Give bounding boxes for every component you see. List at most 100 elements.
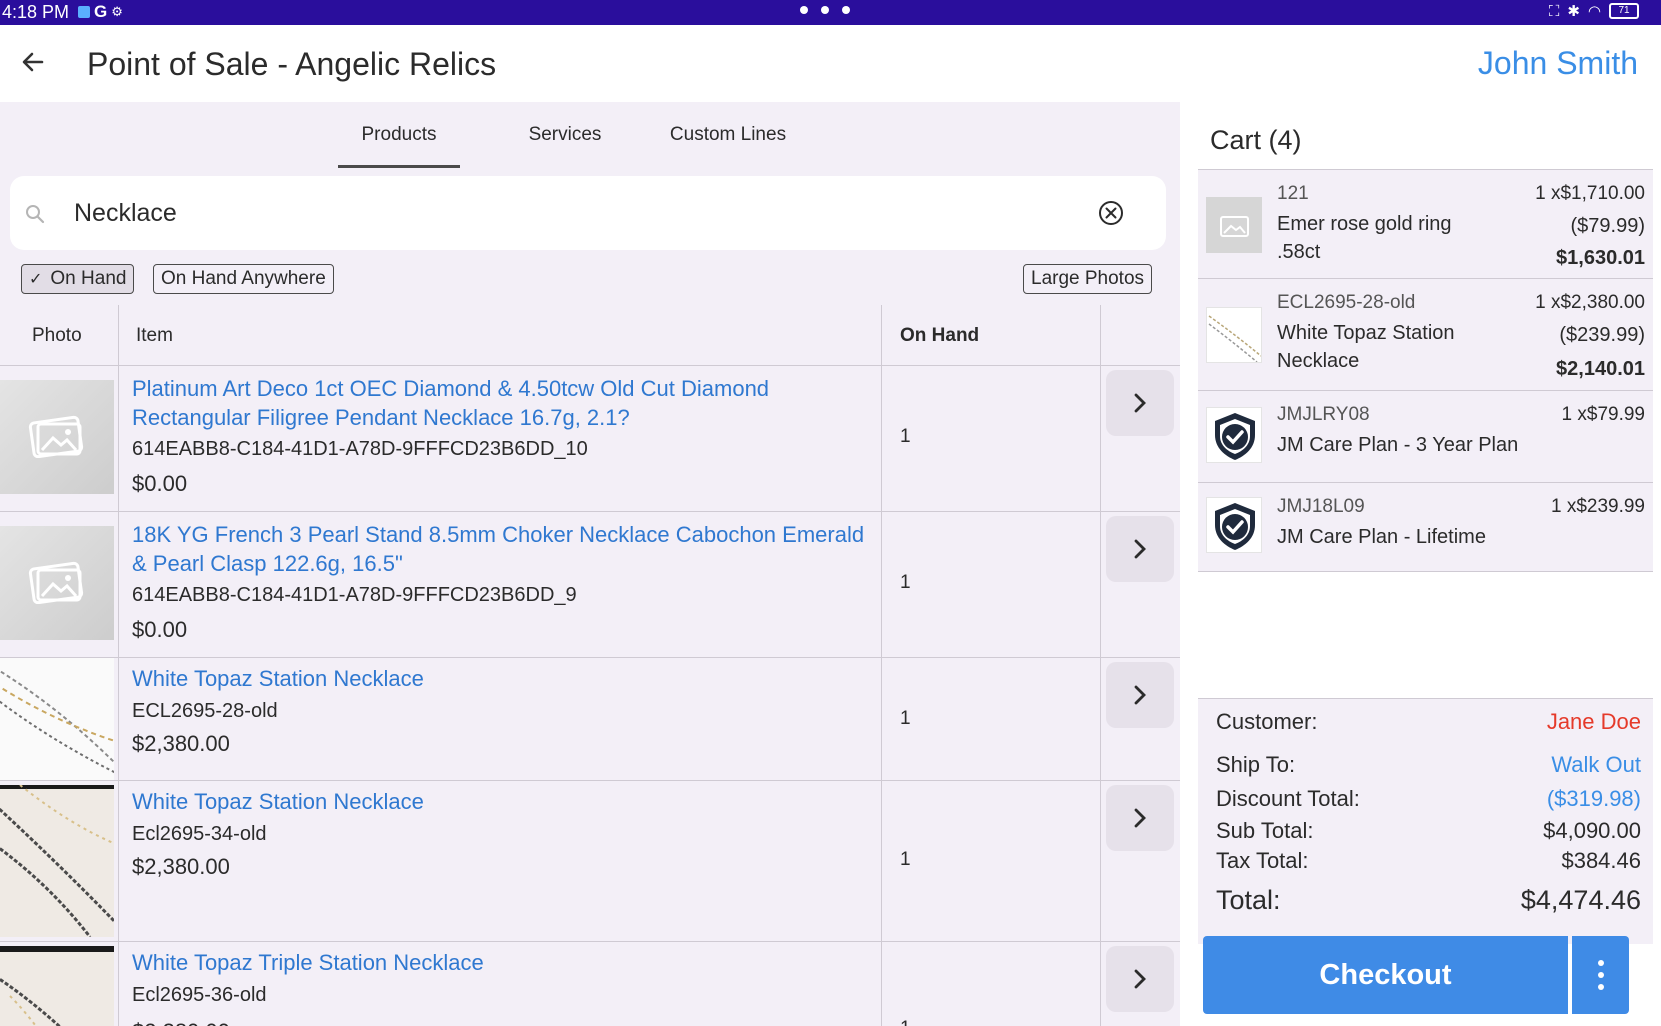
on-hand-qty: 1 [900, 708, 911, 729]
tax-total-value: $384.46 [1561, 848, 1641, 873]
tab-products[interactable]: Products [338, 102, 460, 168]
image-placeholder-icon [1220, 216, 1249, 237]
shield-check-icon [1215, 503, 1255, 550]
clear-search-icon[interactable] [1096, 198, 1126, 228]
product-sku: 614EABB8-C184-41D1-A78D-9FFFCD23B6DD_10 [132, 438, 588, 460]
necklace-photo [0, 946, 114, 1026]
product-name-link[interactable]: 18K YG French 3 Pearl Stand 8.5mm Choker… [132, 520, 872, 578]
table-row[interactable]: 18K YG French 3 Pearl Stand 8.5mm Choker… [0, 512, 1180, 658]
product-sku: ECL2695-28-old [132, 700, 278, 722]
product-photo [0, 946, 114, 1026]
cart-item-thumbnail [1206, 307, 1262, 363]
chevron-right-icon [1134, 808, 1146, 828]
gallery-icon [78, 6, 90, 18]
necklace-photo [0, 669, 114, 774]
back-arrow-icon[interactable] [18, 47, 48, 77]
customer-link[interactable]: Jane Doe [1547, 708, 1641, 736]
notification-dots-icon [800, 6, 850, 14]
cart-summary: Customer: Jane Doe Ship To: Walk Out Dis… [1198, 698, 1653, 944]
large-photos-toggle[interactable]: Large Photos [1023, 264, 1153, 294]
filter-on-hand-chip[interactable]: ✓ On Hand [21, 264, 135, 294]
cart-item[interactable]: JMJLRY08 JM Care Plan - 3 Year Plan 1 x$… [1198, 390, 1653, 482]
ship-to-link[interactable]: Walk Out [1551, 751, 1641, 779]
product-sku: 614EABB8-C184-41D1-A78D-9FFFCD23B6DD_9 [132, 584, 577, 606]
cart-item-code: JMJ18L09 [1277, 496, 1365, 517]
tax-total-label: Tax Total: [1216, 848, 1309, 873]
row-open-button[interactable] [1106, 662, 1174, 728]
status-time: 4:18 PM [2, 2, 70, 22]
product-price: $2,380.00 [132, 854, 230, 879]
chevron-right-icon [1134, 969, 1146, 989]
user-name-link[interactable]: John Smith [1478, 44, 1638, 82]
cart-item-description: JM Care Plan - Lifetime [1277, 526, 1486, 548]
product-price: $2,380.00 [132, 1018, 230, 1026]
cart-title: Cart (4) [1210, 125, 1302, 155]
table-row[interactable]: White Topaz Station Necklace Ecl2695-34-… [0, 781, 1180, 942]
product-photo [0, 785, 114, 937]
cart-item-qty-price: 1 x$2,380.00 [1535, 292, 1645, 313]
cart-item-total: $1,630.01 [1556, 247, 1645, 269]
settings-icon: ⚙ [111, 4, 123, 19]
checkout-button[interactable]: Checkout [1203, 936, 1568, 1014]
tab-services[interactable]: Services [490, 102, 640, 168]
search-bar[interactable]: Necklace [10, 176, 1166, 250]
cart-item-thumbnail [1206, 497, 1262, 553]
necklace-photo [1208, 315, 1261, 362]
cart-item-qty-price: 1 x$1,710.00 [1535, 183, 1645, 204]
row-open-button[interactable] [1106, 785, 1174, 851]
tab-bar: Products Services Custom Lines [0, 102, 1180, 168]
page-title: Point of Sale - Angelic Relics [87, 46, 497, 82]
discount-total-link[interactable]: ($319.98) [1547, 785, 1641, 813]
wifi-icon: ◠ [1587, 3, 1601, 20]
product-name-link[interactable]: White Topaz Station Necklace [132, 664, 872, 693]
discount-total-label: Discount Total: [1216, 786, 1360, 811]
chevron-right-icon [1134, 539, 1146, 559]
on-hand-qty: 1 [900, 1018, 911, 1026]
table-row[interactable]: White Topaz Triple Station Necklace Ecl2… [0, 942, 1180, 1026]
cart-item-discount: ($79.99) [1570, 215, 1646, 237]
cart-item[interactable]: 121 Emer rose gold ring .58ct 1 x$1,710.… [1198, 169, 1653, 278]
product-sku: Ecl2695-36-old [132, 984, 267, 1006]
cart-item[interactable]: ECL2695-28-old White Topaz Station Neckl… [1198, 278, 1653, 390]
column-header-photo: Photo [32, 325, 82, 346]
table-row[interactable]: Platinum Art Deco 1ct OEC Diamond & 4.50… [0, 366, 1180, 512]
cart-panel: Cart (4) 121 Emer rose gold ring .58ct 1… [1190, 109, 1661, 1026]
product-photo [0, 658, 114, 780]
product-name-link[interactable]: Platinum Art Deco 1ct OEC Diamond & 4.50… [132, 374, 872, 432]
tab-custom-lines[interactable]: Custom Lines [654, 102, 802, 168]
filter-on-hand-anywhere-chip[interactable]: On Hand Anywhere [153, 264, 334, 294]
necklace-photo [0, 785, 114, 937]
product-price: $0.00 [132, 617, 188, 642]
grand-total-value: $4,474.46 [1520, 885, 1641, 915]
more-vertical-icon [1598, 960, 1604, 966]
row-open-button[interactable] [1106, 370, 1174, 436]
product-price: $2,380.00 [132, 731, 230, 756]
product-photo [0, 526, 114, 640]
on-hand-qty: 1 [900, 849, 911, 870]
check-icon: ✓ [29, 271, 43, 288]
chevron-right-icon [1134, 393, 1146, 413]
row-open-button[interactable] [1106, 516, 1174, 582]
cart-item-code: ECL2695-28-old [1277, 292, 1416, 313]
product-name-link[interactable]: White Topaz Station Necklace [132, 787, 872, 816]
shield-check-icon [1215, 413, 1255, 460]
cart-item-code: JMJLRY08 [1277, 404, 1370, 425]
product-price: $0.00 [132, 471, 188, 496]
row-open-button[interactable] [1106, 946, 1174, 1012]
search-input[interactable]: Necklace [74, 196, 177, 230]
table-row[interactable]: White Topaz Station Necklace ECL2695-28-… [0, 658, 1180, 781]
cart-item-discount: ($239.99) [1559, 324, 1645, 346]
more-options-button[interactable] [1572, 936, 1629, 1014]
cart-item[interactable]: JMJ18L09 JM Care Plan - Lifetime 1 x$239… [1198, 482, 1653, 572]
image-placeholder-icon [28, 561, 84, 604]
column-header-item: Item [136, 325, 173, 346]
cart-item-qty-price: 1 x$79.99 [1561, 404, 1645, 425]
sub-total-label: Sub Total: [1216, 818, 1314, 843]
cart-item-total: $2,140.01 [1556, 358, 1645, 380]
bluetooth-icon: ✱ [1567, 3, 1580, 20]
cart-item-code: 121 [1277, 183, 1309, 204]
cart-item-description: Emer rose gold ring .58ct [1277, 213, 1452, 263]
ship-to-label: Ship To: [1216, 752, 1296, 777]
cart-item-qty-price: 1 x$239.99 [1550, 496, 1645, 517]
product-name-link[interactable]: White Topaz Triple Station Necklace [132, 948, 872, 977]
